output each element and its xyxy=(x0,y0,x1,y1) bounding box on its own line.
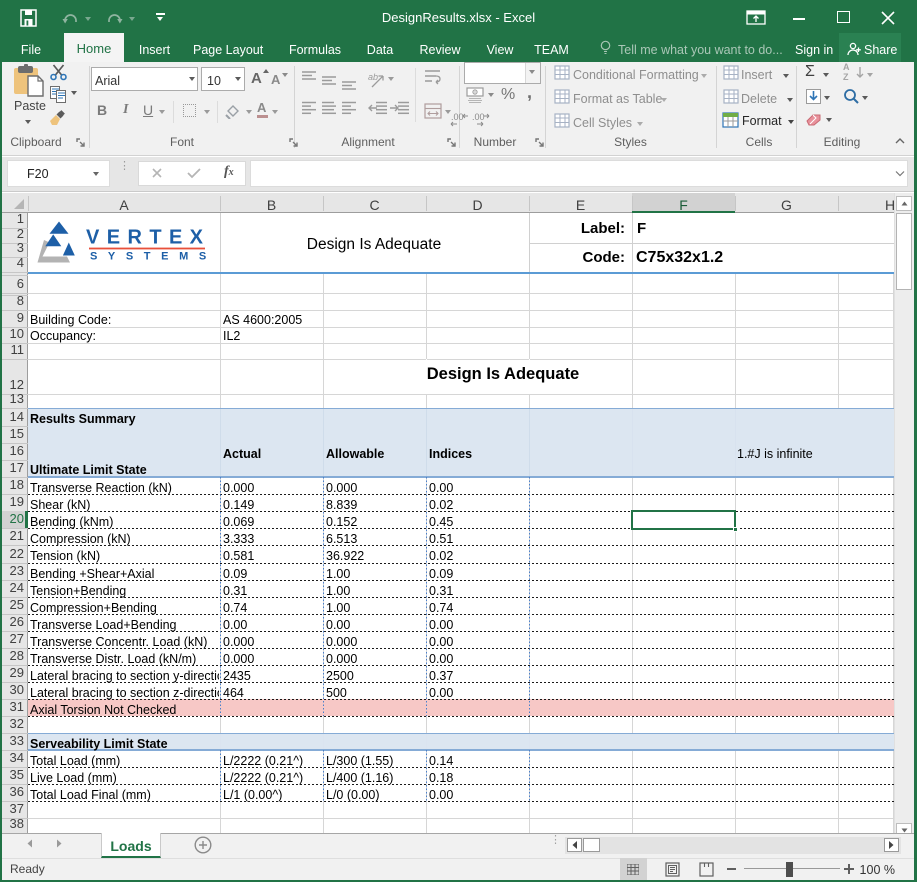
svg-text:ab: ab xyxy=(368,72,378,82)
svg-text:.00: .00 xyxy=(472,112,485,122)
svg-text:.00: .00 xyxy=(451,112,464,122)
svg-text:VERTEX: VERTEX xyxy=(86,227,210,249)
svg-text:SYSTEMS: SYSTEMS xyxy=(90,251,211,263)
